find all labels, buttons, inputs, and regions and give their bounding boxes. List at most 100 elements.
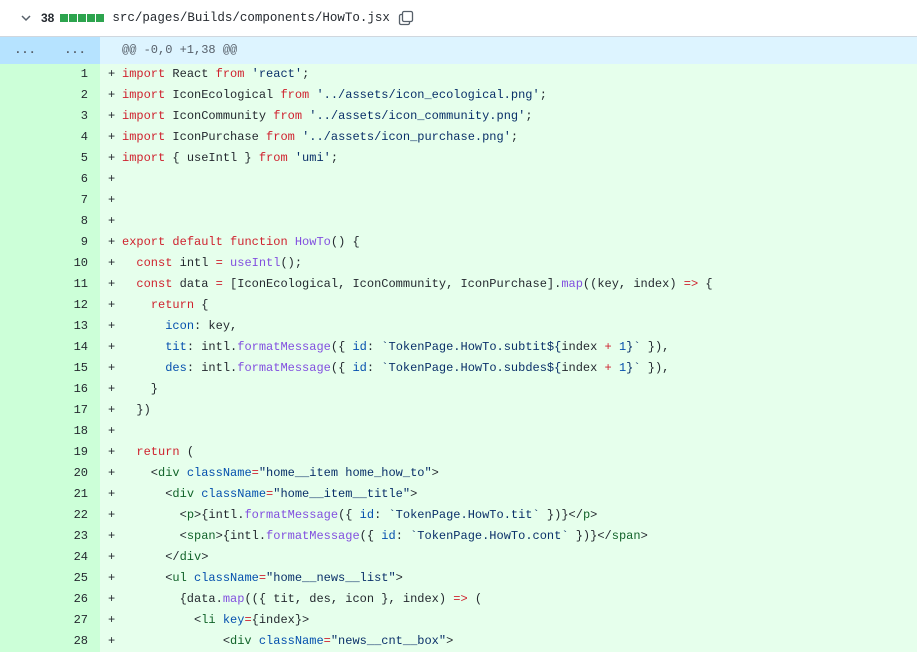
diff-line: 3 + import IconCommunity from '../assets/i… — [0, 106, 917, 127]
new-line-number[interactable]: 28 — [50, 631, 100, 652]
addition-marker: + — [108, 550, 116, 564]
code-token: ; — [330, 151, 339, 165]
new-line-number[interactable]: 26 — [50, 589, 100, 610]
old-line-number[interactable] — [0, 337, 50, 358]
new-line-number[interactable]: 3 — [50, 106, 100, 127]
addition-marker: + — [108, 193, 116, 207]
expand-up-button[interactable]: ... — [0, 37, 50, 64]
copy-icon[interactable] — [398, 10, 414, 26]
code-token: ({ — [338, 508, 360, 522]
old-line-number[interactable] — [0, 421, 50, 442]
code-token: = — [215, 256, 223, 270]
old-line-number[interactable] — [0, 631, 50, 652]
old-line-number[interactable] — [0, 253, 50, 274]
old-line-number[interactable] — [0, 64, 50, 85]
old-line-number[interactable] — [0, 295, 50, 316]
old-line-number[interactable] — [0, 442, 50, 463]
new-line-number[interactable]: 20 — [50, 463, 100, 484]
addition-marker: + — [108, 214, 116, 228]
old-line-number[interactable] — [0, 190, 50, 211]
new-line-number[interactable]: 14 — [50, 337, 100, 358]
addition-marker: + — [108, 130, 116, 144]
code-token: }) — [122, 403, 151, 417]
new-line-number[interactable]: 27 — [50, 610, 100, 631]
code-token: `TokenPage.HowTo.cont` — [410, 529, 569, 543]
new-line-number[interactable]: 10 — [50, 253, 100, 274]
new-line-number[interactable]: 17 — [50, 400, 100, 421]
code-token: }), — [640, 361, 670, 375]
code-token: < — [122, 529, 187, 543]
code-line: export default function HowTo() { — [114, 232, 360, 253]
chevron-down-icon[interactable] — [20, 12, 32, 24]
addition-marker: + — [108, 172, 116, 186]
code-token: const — [136, 256, 173, 270]
old-line-number[interactable] — [0, 106, 50, 127]
new-line-number[interactable]: 12 — [50, 295, 100, 316]
new-line-number[interactable]: 21 — [50, 484, 100, 505]
old-line-number[interactable] — [0, 358, 50, 379]
new-line-number[interactable]: 7 — [50, 190, 100, 211]
code-token: React — [165, 67, 216, 81]
old-line-number[interactable] — [0, 568, 50, 589]
code-token: `TokenPage.HowTo.subdes${ — [381, 361, 562, 375]
code-token: "home__news__list" — [266, 571, 396, 585]
new-line-number[interactable]: 22 — [50, 505, 100, 526]
code-token: >{intl. — [215, 529, 267, 543]
code-token: ({ — [359, 529, 382, 543]
old-line-number[interactable] — [0, 274, 50, 295]
old-line-number[interactable] — [0, 589, 50, 610]
code-token: icon — [165, 319, 195, 333]
old-line-number[interactable] — [0, 127, 50, 148]
old-line-number[interactable] — [0, 211, 50, 232]
old-line-number[interactable] — [0, 505, 50, 526]
new-line-number[interactable]: 1 — [50, 64, 100, 85]
new-line-number[interactable]: 16 — [50, 379, 100, 400]
code-line: <li key={index}> — [114, 610, 309, 631]
old-line-number[interactable] — [0, 610, 50, 631]
old-line-number[interactable] — [0, 547, 50, 568]
old-line-number[interactable] — [0, 169, 50, 190]
new-line-number[interactable]: 6 — [50, 169, 100, 190]
code-token: { useIntl } — [165, 151, 259, 165]
diff-line: 25 + <ul className="home__news__list"> — [0, 568, 917, 589]
new-line-number[interactable]: 11 — [50, 274, 100, 295]
new-line-number[interactable]: 13 — [50, 316, 100, 337]
old-line-number[interactable] — [0, 484, 50, 505]
new-line-number[interactable]: 23 — [50, 526, 100, 547]
old-line-number[interactable] — [0, 148, 50, 169]
new-line-number[interactable]: 25 — [50, 568, 100, 589]
old-line-number[interactable] — [0, 85, 50, 106]
code-token: formatMessage — [237, 361, 331, 375]
diff-line: 21 + <div className="home__item__title"> — [0, 484, 917, 505]
new-line-number[interactable]: 18 — [50, 421, 100, 442]
old-line-number[interactable] — [0, 400, 50, 421]
code-token: ; — [510, 130, 519, 144]
new-line-number[interactable]: 19 — [50, 442, 100, 463]
new-line-number[interactable]: 4 — [50, 127, 100, 148]
addition-marker: + — [108, 235, 116, 249]
addition-marker: + — [108, 361, 116, 375]
code-token: + — [604, 361, 612, 375]
old-line-number[interactable] — [0, 379, 50, 400]
addition-marker: + — [108, 634, 116, 648]
old-line-number[interactable] — [0, 526, 50, 547]
code-token: 'react' — [251, 67, 303, 81]
old-line-number[interactable] — [0, 316, 50, 337]
old-line-number[interactable] — [0, 232, 50, 253]
new-line-number[interactable]: 5 — [50, 148, 100, 169]
code-token: id — [352, 361, 367, 375]
diff-line: 12 + return { — [0, 295, 917, 316]
code-token: ({ — [330, 361, 353, 375]
new-line-number[interactable]: 15 — [50, 358, 100, 379]
new-line-number[interactable]: 9 — [50, 232, 100, 253]
new-line-number[interactable]: 24 — [50, 547, 100, 568]
expand-down-button[interactable]: ... — [50, 37, 100, 64]
new-line-number[interactable]: 8 — [50, 211, 100, 232]
new-line-number[interactable]: 2 — [50, 85, 100, 106]
code-token: : — [366, 361, 382, 375]
file-path[interactable]: src/pages/Builds/components/HowTo.jsx — [112, 11, 390, 25]
old-line-number[interactable] — [0, 463, 50, 484]
